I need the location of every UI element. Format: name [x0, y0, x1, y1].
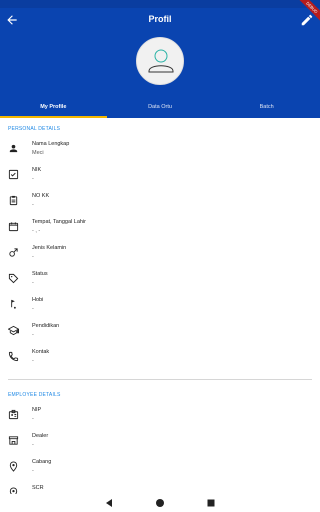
detail-label: Pendidikan	[32, 323, 60, 329]
detail-label: NO KK	[32, 193, 50, 199]
phone-icon	[8, 351, 19, 362]
tag-icon	[8, 273, 19, 284]
detail-value: -	[32, 280, 34, 286]
detail-row-nik: NIK -	[0, 167, 320, 193]
detail-row-no-kk: NO KK -	[0, 193, 320, 219]
detail-row-hobi: Hobi -	[0, 297, 320, 323]
status-bar	[0, 0, 320, 8]
detail-value: -	[32, 332, 34, 338]
detail-value: - , -	[32, 228, 41, 234]
app-header: Profil DEBUG My Profile Data Ortu Batch	[0, 0, 320, 118]
detail-value: Meci	[32, 150, 44, 156]
section-divider	[8, 379, 312, 380]
detail-label: NIK	[32, 167, 42, 173]
detail-value: -	[32, 254, 34, 260]
detail-value: -	[32, 442, 34, 448]
profile-content[interactable]: PERSONAL DETAILS Nama Lengkap Meci NIK -…	[0, 118, 320, 494]
detail-row-nama: Nama Lengkap Meci	[0, 141, 320, 167]
section-title-personal: PERSONAL DETAILS	[8, 126, 61, 132]
detail-row-dealer: Dealer -	[0, 433, 320, 459]
nav-home-icon[interactable]	[155, 498, 165, 508]
detail-row-status: Status -	[0, 271, 320, 297]
detail-label: Dealer	[32, 433, 49, 439]
detail-label: Nama Lengkap	[32, 141, 70, 147]
location-icon	[9, 461, 18, 472]
detail-value: -	[32, 468, 34, 474]
detail-label: Tempat, Tanggal Lahir	[32, 219, 87, 225]
system-nav-bar	[0, 494, 320, 512]
detail-value: -	[32, 358, 34, 364]
detail-label: Cabang	[32, 459, 52, 465]
store-icon	[8, 436, 19, 445]
tab-bar: My Profile Data Ortu Batch	[0, 99, 320, 118]
location-icon	[9, 487, 18, 494]
detail-value: -	[32, 202, 34, 208]
detail-label: NIP	[32, 407, 42, 413]
tab-batch[interactable]: Batch	[213, 99, 320, 118]
golf-icon	[11, 299, 16, 309]
detail-row-cabang: Cabang -	[0, 459, 320, 485]
detail-label: Hobi	[32, 297, 44, 303]
section-title-employee: EMPLOYEE DETAILS	[8, 392, 61, 398]
avatar[interactable]	[136, 37, 184, 85]
detail-value: -	[32, 176, 34, 182]
tab-data-ortu[interactable]: Data Ortu	[107, 99, 214, 118]
person-icon	[9, 144, 18, 153]
detail-value: -	[32, 306, 34, 312]
badge-icon	[8, 409, 19, 420]
nav-recents-icon[interactable]	[206, 498, 216, 508]
detail-label: Status	[32, 271, 48, 277]
nav-back-icon[interactable]	[104, 498, 114, 508]
detail-row-jenis-kelamin: Jenis Kelamin -	[0, 245, 320, 271]
detail-row-nip: NIP -	[0, 407, 320, 433]
user-outline-icon	[148, 49, 174, 73]
detail-label: SCR	[32, 485, 44, 491]
school-icon	[8, 325, 19, 336]
detail-label: Jenis Kelamin	[32, 245, 67, 251]
detail-row-kontak: Kontak -	[0, 349, 320, 375]
tab-my-profile[interactable]: My Profile	[0, 99, 107, 118]
id-card-icon	[8, 169, 19, 180]
detail-row-ttl: Tempat, Tanggal Lahir - , -	[0, 219, 320, 245]
edit-pencil-icon[interactable]	[300, 13, 314, 27]
page-title: Profil	[148, 14, 172, 24]
clipboard-icon	[9, 195, 18, 206]
detail-value: -	[32, 416, 34, 422]
male-icon	[9, 248, 18, 257]
detail-row-pendidikan: Pendidikan -	[0, 323, 320, 349]
detail-row-scr: SCR -	[0, 485, 320, 494]
detail-label: Kontak	[32, 349, 50, 355]
calendar-icon	[8, 222, 19, 232]
